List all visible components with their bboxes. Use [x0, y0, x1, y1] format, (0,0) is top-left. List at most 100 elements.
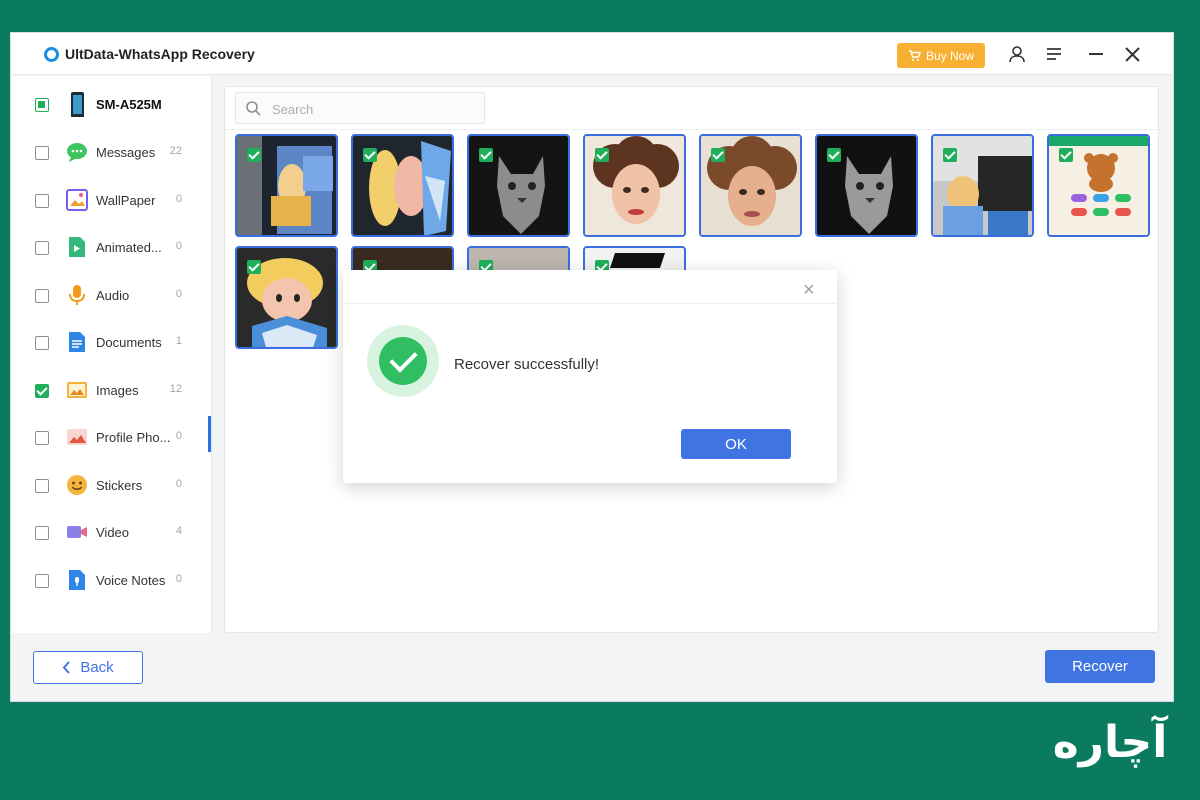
minimize-icon[interactable] [1086, 44, 1106, 64]
wallpaper-icon [66, 189, 88, 211]
thumbnail-checkbox[interactable] [595, 148, 609, 162]
messages-checkbox[interactable] [35, 146, 49, 160]
title-bar: UltData-WhatsApp Recovery Buy Now [11, 33, 1173, 75]
microphone-icon [69, 285, 85, 305]
sidebar-device[interactable]: SM-A525M [11, 84, 212, 124]
sidebar-item-count: 0 [175, 193, 182, 205]
animated-checkbox[interactable] [35, 241, 49, 255]
search-input[interactable]: Search [272, 102, 313, 117]
thumbnail-checkbox[interactable] [827, 148, 841, 162]
sidebar-item-count: 0 [175, 573, 182, 585]
divider [225, 129, 1160, 130]
profile-photo-icon [67, 429, 87, 445]
sidebar-item-images[interactable]: Images 12 [11, 370, 212, 410]
thumbnail-checkbox[interactable] [247, 148, 261, 162]
dialog-message: Recover successfully! [454, 356, 600, 373]
app-logo-icon [44, 47, 59, 62]
watermark-logo: آچاره [1052, 717, 1168, 768]
sidebar-item-count: 0 [175, 430, 182, 442]
sidebar-item-label: Animated... [96, 240, 162, 255]
sidebar-item-count: 4 [175, 525, 182, 537]
sidebar-item-label: Images [96, 383, 139, 398]
search-icon [246, 101, 261, 116]
image-thumbnail[interactable] [583, 134, 686, 237]
back-label: Back [80, 659, 114, 676]
sidebar-item-count: 0 [175, 240, 182, 252]
dialog-close-icon[interactable]: × [803, 280, 815, 300]
sidebar-item-profile-photos[interactable]: Profile Pho... 0 [11, 417, 212, 457]
search-box[interactable]: Search [235, 92, 485, 124]
phone-icon [71, 92, 84, 117]
thumbnail-checkbox[interactable] [479, 148, 493, 162]
device-checkbox[interactable] [35, 98, 49, 112]
chevron-left-icon [62, 661, 71, 674]
device-name: SM-A525M [96, 97, 162, 112]
success-check-icon [367, 325, 439, 397]
account-icon[interactable] [1007, 44, 1027, 64]
thumbnail-checkbox[interactable] [711, 148, 725, 162]
menu-icon[interactable] [1044, 44, 1064, 64]
image-thumbnail[interactable] [235, 134, 338, 237]
sidebar-item-label: Voice Notes [96, 573, 166, 588]
back-button[interactable]: Back [33, 651, 143, 684]
sidebar-item-count: 12 [169, 383, 182, 395]
voice-note-icon [69, 570, 85, 590]
ok-button[interactable]: OK [681, 429, 791, 459]
sidebar-item-documents[interactable]: Documents 1 [11, 322, 212, 362]
image-thumbnail[interactable] [1047, 134, 1150, 237]
images-checkbox[interactable] [35, 384, 49, 398]
sidebar-item-animated[interactable]: Animated... 0 [11, 227, 212, 267]
sidebar-item-label: WallPaper [96, 193, 156, 208]
sidebar-item-label: Documents [96, 335, 162, 350]
thumbnail-checkbox[interactable] [943, 148, 957, 162]
sidebar-item-label: Video [96, 525, 130, 540]
image-thumbnail[interactable] [815, 134, 918, 237]
active-indicator [208, 416, 211, 452]
image-icon [67, 382, 87, 398]
sidebar-item-label: Messages [96, 145, 156, 160]
sidebar-item-label: Audio [96, 288, 130, 303]
audio-checkbox[interactable] [35, 289, 49, 303]
video-checkbox[interactable] [35, 526, 49, 540]
sidebar-item-label: Stickers [96, 478, 143, 493]
dialog-divider [343, 303, 837, 304]
image-thumbnail[interactable] [351, 134, 454, 237]
image-thumbnail[interactable] [931, 134, 1034, 237]
buy-now-label: Buy Now [925, 48, 975, 63]
animated-gif-icon [69, 237, 85, 257]
stickers-checkbox[interactable] [35, 479, 49, 493]
wallpaper-checkbox[interactable] [35, 194, 49, 208]
close-window-icon[interactable] [1122, 44, 1142, 64]
chat-bubble-icon [67, 143, 87, 162]
bottom-bar: Back Recover [11, 634, 1173, 701]
sticker-face-icon [67, 475, 87, 495]
success-dialog: × Recover successfully! OK [343, 270, 837, 483]
sidebar-item-count: 0 [175, 478, 182, 490]
image-thumbnail[interactable] [467, 134, 570, 237]
image-thumbnail[interactable] [699, 134, 802, 237]
documents-checkbox[interactable] [35, 336, 49, 350]
sidebar-item-audio[interactable]: Audio 0 [11, 275, 212, 315]
sidebar-item-stickers[interactable]: Stickers 0 [11, 465, 212, 505]
sidebar-item-messages[interactable]: Messages 22 [11, 132, 212, 172]
category-sidebar: SM-A525M Messages 22 WallPaper 0 Animate… [11, 76, 212, 633]
sidebar-item-count: 1 [175, 335, 182, 347]
profile-photos-checkbox[interactable] [35, 431, 49, 445]
sidebar-item-label: Profile Pho... [96, 430, 171, 445]
voice-notes-checkbox[interactable] [35, 574, 49, 588]
image-thumbnail[interactable] [235, 246, 338, 349]
thumbnail-checkbox[interactable] [247, 260, 261, 274]
sidebar-item-voice-notes[interactable]: Voice Notes 0 [11, 560, 212, 600]
sidebar-item-video[interactable]: Video 4 [11, 512, 212, 552]
thumbnail-checkbox[interactable] [363, 148, 377, 162]
recover-button[interactable]: Recover [1045, 650, 1155, 683]
buy-now-button[interactable]: Buy Now [897, 43, 985, 68]
app-title: UltData-WhatsApp Recovery [65, 46, 255, 62]
video-camera-icon [67, 526, 87, 538]
document-icon [69, 332, 85, 352]
cart-icon [908, 49, 921, 61]
sidebar-item-count: 0 [175, 288, 182, 300]
thumbnail-checkbox[interactable] [1059, 148, 1073, 162]
sidebar-item-count: 22 [169, 145, 182, 157]
sidebar-item-wallpaper[interactable]: WallPaper 0 [11, 180, 212, 220]
